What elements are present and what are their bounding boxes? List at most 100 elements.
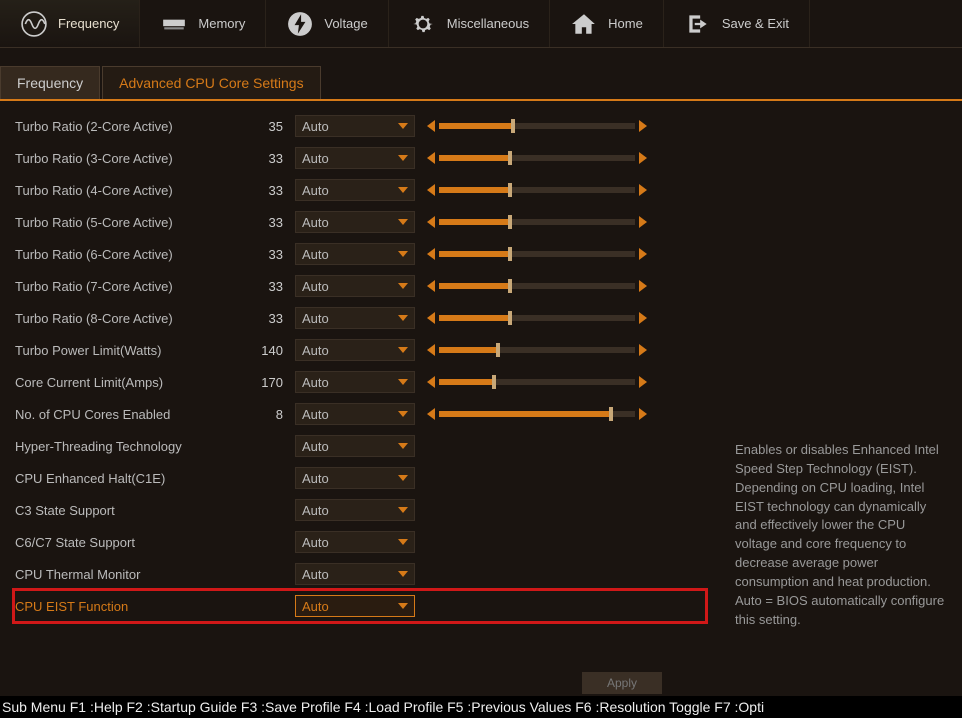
slider-decrease-icon[interactable] xyxy=(427,184,435,196)
slider-decrease-icon[interactable] xyxy=(427,248,435,260)
setting-value: 33 xyxy=(245,183,295,198)
slider-decrease-icon[interactable] xyxy=(427,152,435,164)
slider-fill xyxy=(439,315,510,321)
slider-decrease-icon[interactable] xyxy=(427,376,435,388)
slider-thumb[interactable] xyxy=(508,279,512,293)
slider-increase-icon[interactable] xyxy=(639,248,647,260)
chevron-down-icon xyxy=(398,507,408,513)
setting-dropdown[interactable]: Auto xyxy=(295,211,415,233)
setting-dropdown[interactable]: Auto xyxy=(295,563,415,585)
top-nav: Frequency Memory Voltage Miscellaneous H… xyxy=(0,0,962,48)
setting-label: CPU Thermal Monitor xyxy=(15,567,245,582)
setting-dropdown[interactable]: Auto xyxy=(295,371,415,393)
setting-row: Turbo Ratio (7-Core Active)33Auto xyxy=(15,271,705,301)
chevron-down-icon xyxy=(398,411,408,417)
slider-increase-icon[interactable] xyxy=(639,152,647,164)
setting-slider[interactable] xyxy=(427,312,647,324)
setting-dropdown[interactable]: Auto xyxy=(295,595,415,617)
nav-frequency[interactable]: Frequency xyxy=(0,0,140,47)
tab-advanced-cpu[interactable]: Advanced CPU Core Settings xyxy=(102,66,320,99)
slider-track[interactable] xyxy=(439,123,635,129)
setting-label: CPU EIST Function xyxy=(15,599,245,614)
nav-memory[interactable]: Memory xyxy=(140,0,266,47)
settings-list: Turbo Ratio (2-Core Active)35AutoTurbo R… xyxy=(15,111,705,629)
nav-voltage[interactable]: Voltage xyxy=(266,0,388,47)
apply-button[interactable]: Apply xyxy=(582,672,662,694)
slider-track[interactable] xyxy=(439,219,635,225)
slider-increase-icon[interactable] xyxy=(639,184,647,196)
dropdown-value: Auto xyxy=(302,535,329,550)
setting-dropdown[interactable]: Auto xyxy=(295,467,415,489)
setting-slider[interactable] xyxy=(427,376,647,388)
setting-dropdown[interactable]: Auto xyxy=(295,499,415,521)
setting-dropdown[interactable]: Auto xyxy=(295,339,415,361)
setting-slider[interactable] xyxy=(427,248,647,260)
slider-fill xyxy=(439,347,498,353)
slider-decrease-icon[interactable] xyxy=(427,408,435,420)
dropdown-value: Auto xyxy=(302,567,329,582)
slider-thumb[interactable] xyxy=(492,375,496,389)
slider-track[interactable] xyxy=(439,251,635,257)
slider-thumb[interactable] xyxy=(508,151,512,165)
slider-track[interactable] xyxy=(439,379,635,385)
slider-increase-icon[interactable] xyxy=(639,120,647,132)
slider-thumb[interactable] xyxy=(609,407,613,421)
setting-dropdown[interactable]: Auto xyxy=(295,275,415,297)
dropdown-value: Auto xyxy=(302,151,329,166)
slider-track[interactable] xyxy=(439,283,635,289)
slider-fill xyxy=(439,411,611,417)
setting-value: 33 xyxy=(245,279,295,294)
nav-save-exit[interactable]: Save & Exit xyxy=(664,0,810,47)
setting-dropdown[interactable]: Auto xyxy=(295,531,415,553)
slider-thumb[interactable] xyxy=(508,183,512,197)
slider-track[interactable] xyxy=(439,347,635,353)
setting-slider[interactable] xyxy=(427,184,647,196)
slider-increase-icon[interactable] xyxy=(639,216,647,228)
setting-slider[interactable] xyxy=(427,408,647,420)
slider-thumb[interactable] xyxy=(511,119,515,133)
slider-increase-icon[interactable] xyxy=(639,408,647,420)
slider-increase-icon[interactable] xyxy=(639,280,647,292)
setting-dropdown[interactable]: Auto xyxy=(295,179,415,201)
chevron-down-icon xyxy=(398,251,408,257)
tab-frequency[interactable]: Frequency xyxy=(0,66,100,99)
slider-decrease-icon[interactable] xyxy=(427,312,435,324)
chevron-down-icon xyxy=(398,379,408,385)
slider-track[interactable] xyxy=(439,411,635,417)
setting-label: C6/C7 State Support xyxy=(15,535,245,550)
chevron-down-icon xyxy=(398,155,408,161)
setting-slider[interactable] xyxy=(427,152,647,164)
slider-increase-icon[interactable] xyxy=(639,376,647,388)
slider-track[interactable] xyxy=(439,315,635,321)
slider-decrease-icon[interactable] xyxy=(427,280,435,292)
setting-slider[interactable] xyxy=(427,280,647,292)
nav-home[interactable]: Home xyxy=(550,0,664,47)
nav-miscellaneous[interactable]: Miscellaneous xyxy=(389,0,550,47)
slider-track[interactable] xyxy=(439,155,635,161)
slider-increase-icon[interactable] xyxy=(639,344,647,356)
setting-dropdown[interactable]: Auto xyxy=(295,435,415,457)
slider-thumb[interactable] xyxy=(508,311,512,325)
setting-value: 140 xyxy=(245,343,295,358)
slider-thumb[interactable] xyxy=(508,247,512,261)
slider-thumb[interactable] xyxy=(496,343,500,357)
setting-dropdown[interactable]: Auto xyxy=(295,243,415,265)
setting-dropdown[interactable]: Auto xyxy=(295,147,415,169)
setting-dropdown[interactable]: Auto xyxy=(295,307,415,329)
setting-label: CPU Enhanced Halt(C1E) xyxy=(15,471,245,486)
dropdown-value: Auto xyxy=(302,215,329,230)
slider-track[interactable] xyxy=(439,187,635,193)
slider-increase-icon[interactable] xyxy=(639,312,647,324)
setting-row: CPU Enhanced Halt(C1E) Auto xyxy=(15,463,705,493)
setting-label: Hyper-Threading Technology xyxy=(15,439,245,454)
slider-decrease-icon[interactable] xyxy=(427,344,435,356)
setting-slider[interactable] xyxy=(427,216,647,228)
setting-slider[interactable] xyxy=(427,120,647,132)
slider-decrease-icon[interactable] xyxy=(427,216,435,228)
slider-decrease-icon[interactable] xyxy=(427,120,435,132)
setting-slider[interactable] xyxy=(427,344,647,356)
slider-thumb[interactable] xyxy=(508,215,512,229)
chevron-down-icon xyxy=(398,475,408,481)
setting-dropdown[interactable]: Auto xyxy=(295,403,415,425)
setting-dropdown[interactable]: Auto xyxy=(295,115,415,137)
